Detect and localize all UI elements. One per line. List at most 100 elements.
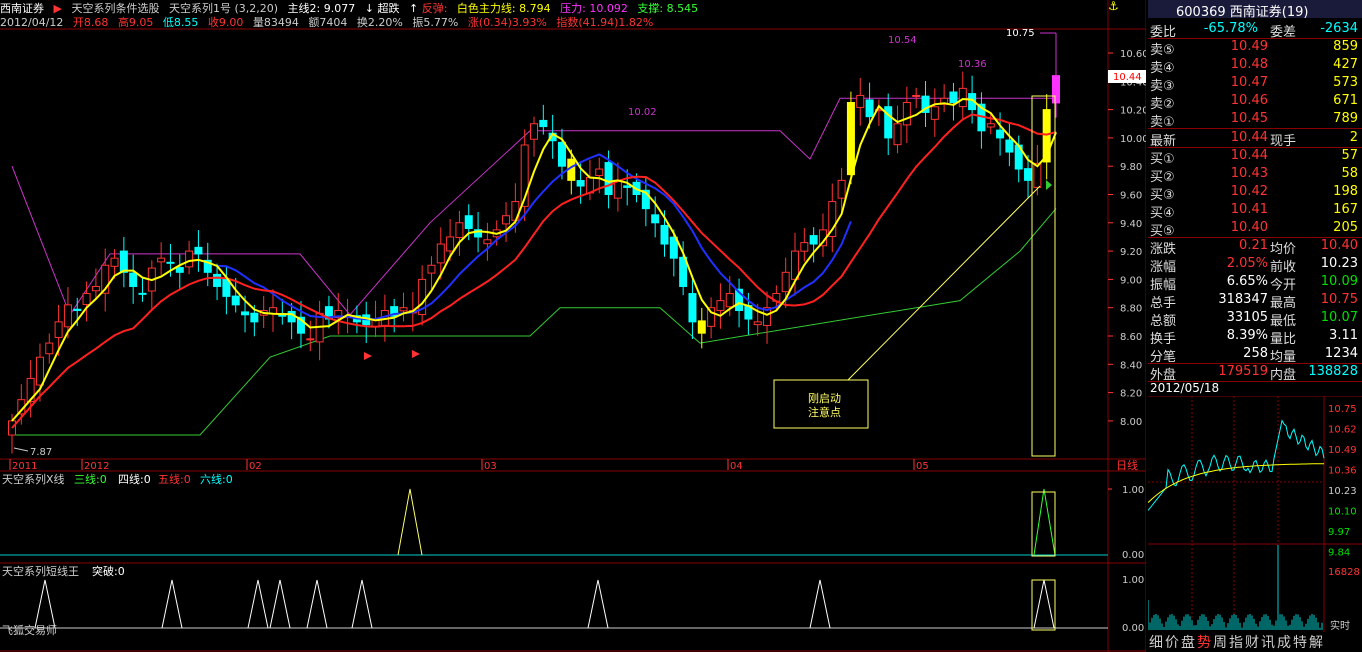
candle-body [129,272,138,287]
sub2-spikes [34,579,1055,629]
sub1-title[interactable]: 天空系列X线 [2,472,65,486]
note-pointer-line [847,185,1041,381]
stat-row: 换手 8.39% 量比 3.11 [1148,327,1362,347]
candle-body [399,307,408,312]
candle-body [604,162,613,196]
ma-blue-line [217,153,852,321]
candle-body [138,292,147,295]
price-tick-label: 9.00 [1120,275,1142,286]
sell-order-row[interactable]: 卖① 10.45 789 [1148,110,1362,130]
mini-axis-label: 10.75 [1328,404,1357,415]
weicha-value: -2634 [1320,21,1358,36]
bottom-tab[interactable]: 盘 [1180,632,1196,652]
low-marker-line [13,447,29,452]
breakout-spike [351,579,373,629]
bottom-tab[interactable]: 价 [1164,632,1180,652]
anchor-icon[interactable]: ⚓ [1108,0,1119,13]
sub1-line5: 五线:0 [158,472,191,486]
breakout-spike [306,579,328,629]
annotation-mid-1002: 10.02 [628,107,657,118]
candle-body [539,119,548,128]
sell-order-row[interactable]: 卖⑤ 10.49 859 [1148,38,1362,58]
period-label[interactable]: 日线 [1116,458,1138,472]
sub1-axis-0: 0.00 [1122,550,1144,561]
candle-body [856,94,865,108]
price-axis: 10.6010.4010.2010.009.809.609.409.209.00… [1108,49,1146,428]
bottom-tab[interactable]: 成 [1276,632,1292,652]
bottom-tab[interactable]: 讯 [1260,632,1276,652]
latest-value: 10.44 [1230,130,1268,145]
bottom-tab[interactable]: 指 [1228,632,1244,652]
candle-body [185,250,194,268]
candle-body [1052,75,1060,104]
stat-value: 2.05% [1226,256,1268,271]
signal-marker-icon-1 [364,352,372,360]
candle-body [194,246,203,255]
date-tick-label: 02 [249,461,262,472]
candle-body [958,87,967,108]
buy-order-row[interactable]: 买② 10.43 58 [1148,165,1362,185]
realtime-label[interactable]: 实时 [1330,619,1350,632]
price-tick-label: 8.00 [1120,417,1142,428]
bottom-tab[interactable]: 特 [1292,632,1308,652]
candle-body [73,308,82,312]
outer-value: 179519 [1218,364,1268,379]
candle-body [623,185,632,188]
signal-arrow-icon [1046,180,1052,190]
candle-body [455,222,464,239]
bottom-tab[interactable]: 势 [1196,632,1212,652]
bottom-tab[interactable]: 细 [1148,632,1164,652]
sub2-axis-0: 0.00 [1122,623,1144,634]
sell-order-row[interactable]: 卖③ 10.47 573 [1148,74,1362,94]
mini-axis-label: 10.36 [1328,466,1357,477]
candle-body [45,342,54,355]
stock-code-name[interactable]: 600369 西南证券(19) [1176,1,1308,20]
candle-body [1005,139,1014,153]
bottom-tab[interactable]: 财 [1244,632,1260,652]
note-line-1: 刚启动 [808,392,841,405]
watermark-text: 飞狐交易师 [2,623,57,637]
sell-order-row[interactable]: 卖② 10.46 671 [1148,92,1362,112]
mini-axis-label: 9.97 [1328,527,1350,538]
buy-order-row[interactable]: 买① 10.44 57 [1148,147,1362,167]
candle-body [902,102,911,126]
candle-body [716,300,725,311]
order-price: 10.47 [1230,75,1268,90]
note-line-2: 注意点 [808,405,841,419]
outer-inner-row: 外盘 179519 内盘 138828 [1148,363,1362,383]
mini-vol-axis: 16828 [1328,567,1360,578]
candle-body [865,99,874,118]
sub2-title[interactable]: 天空系列短线王 [2,564,79,578]
date-tick-label: 2011 [12,461,37,472]
candle-body [63,304,72,328]
stat-row: 振幅 6.65% 今开 10.09 [1148,273,1362,293]
bottom-tab[interactable]: 解 [1308,632,1324,652]
order-price: 10.49 [1230,39,1268,54]
candle-body [35,356,44,386]
breakout-spike [809,579,831,629]
inner-value: 138828 [1308,364,1358,379]
candle-body [54,321,63,338]
price-tick-label: 10.00 [1120,134,1146,145]
sell-order-row[interactable]: 卖④ 10.48 427 [1148,56,1362,76]
kline-chart-area[interactable]: 10.6010.4010.2010.009.809.609.409.209.00… [0,0,1146,652]
bottom-tab[interactable]: 周 [1212,632,1228,652]
intraday-mini-chart[interactable]: 10.75 10.62 10.49 10.36 10.23 10.10 9.97 9.84 1… [1148,396,1362,632]
date-tick-label: 2012 [84,461,109,472]
price-tick-label: 8.40 [1120,360,1142,371]
sub2-breakout: 突破:0 [92,564,125,578]
buy-order-row[interactable]: 买④ 10.41 167 [1148,201,1362,221]
price-tick-label: 9.60 [1120,191,1142,202]
sub1-spike-1 [397,488,423,556]
order-price: 10.41 [1230,202,1268,217]
candle-body [893,123,902,146]
sub1-line4: 四线:0 [118,472,151,486]
candle-body [651,214,660,224]
candle-body [110,257,119,267]
candle-body [436,243,445,264]
stat-row: 分笔 258 均量 1234 [1148,345,1362,365]
stat-value: 1234 [1324,346,1358,361]
buy-order-row[interactable]: 买⑤ 10.40 205 [1148,219,1362,239]
candle-body [725,293,734,308]
buy-order-row[interactable]: 买③ 10.42 198 [1148,183,1362,203]
